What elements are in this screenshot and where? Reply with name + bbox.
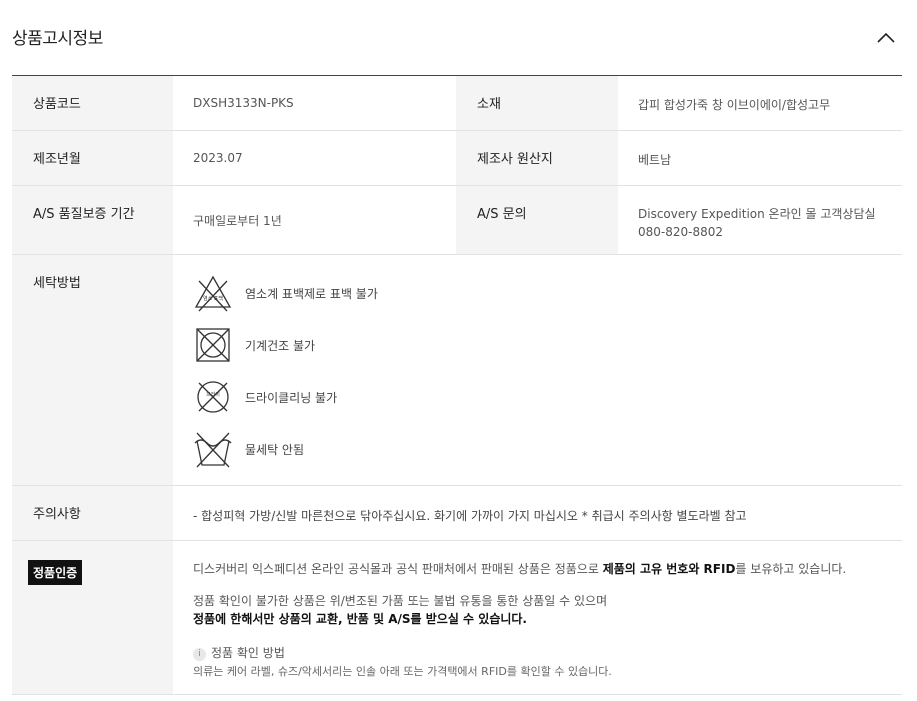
origin-label: 제조사 원산지 — [456, 131, 618, 185]
genuine-statement-pre: 디스커버리 익스페디션 온라인 공식몰과 공식 판매처에서 판매된 상품은 정품… — [193, 562, 603, 576]
genuine-statement-post: 를 보유하고 있습니다. — [735, 562, 847, 576]
no-bleach-icon-text: 염소 표백 — [203, 295, 223, 302]
genuine-statement: 디스커버리 익스페디션 온라인 공식몰과 공식 판매처에서 판매된 상품은 정품… — [193, 560, 846, 577]
genuine-warning: 정품 확인이 불가한 상품은 위/변조된 가품 또는 불법 유통을 통한 상품일… — [193, 594, 608, 608]
origin-value: 베트남 — [638, 153, 672, 167]
table-row: A/S 품질보증 기간 구매일로부터 1년 A/S 문의 Discovery E… — [12, 186, 902, 255]
no-bleach-icon: 염소 표백 — [194, 275, 232, 312]
genuine-label-cell: 정품인증 — [12, 541, 173, 694]
wash-item: 기계건조 불가 — [193, 325, 593, 365]
caution-text: - 합성피혁 가방/신발 마른천으로 닦아주십시요. 화기에 가까이 가지 마십… — [193, 509, 747, 523]
as-inquiry-label: A/S 문의 — [456, 186, 618, 254]
wash-item-label: 염소계 표백제로 표백 불가 — [245, 287, 378, 301]
table-row: 주의사항 - 합성피혁 가방/신발 마른천으로 닦아주십시요. 화기에 가까이 … — [12, 486, 902, 541]
verify-method-title-text: 정품 확인 방법 — [211, 646, 285, 660]
product-code-label: 상품코드 — [12, 76, 173, 130]
verify-method-title: i 정품 확인 방법 — [193, 644, 285, 661]
washing-label: 세탁방법 — [12, 255, 173, 485]
section-header: 상품고시정보 — [12, 0, 902, 76]
caution-label: 주의사항 — [12, 486, 173, 540]
material-value: 갑피 합성가죽 창 이브이에이/합성고무 — [638, 98, 831, 112]
wash-item: 염소 표백 염소계 표백제로 표백 불가 — [193, 273, 593, 313]
wash-item-label: 드라이클리닝 불가 — [245, 391, 338, 405]
material-label: 소재 — [456, 76, 618, 130]
info-icon: i — [193, 648, 206, 661]
table-row: 세탁방법 염소 표백 염소계 표백제로 표백 불가 기계건조 불가 드라이 드라… — [12, 255, 902, 486]
manufacture-date-value: 2023.07 — [193, 151, 243, 165]
wash-item: 물세탁 안됨 — [193, 429, 593, 469]
genuine-statement-bold: 제품의 고유 번호와 RFID — [602, 562, 736, 576]
no-dry-clean-icon: 드라이 — [197, 381, 229, 413]
as-inquiry-name: Discovery Expedition 온라인 몰 고객상담실 — [638, 207, 876, 221]
product-code-value: DXSH3133N-PKS — [193, 96, 294, 110]
table-row: 정품인증 디스커버리 익스페디션 온라인 공식몰과 공식 판매처에서 판매된 상… — [12, 541, 902, 695]
as-inquiry-phone: 080-820-8802 — [638, 225, 724, 239]
table-row: 제조년월 2023.07 제조사 원산지 베트남 — [12, 131, 902, 186]
no-wash-icon — [194, 432, 232, 468]
chevron-up-icon[interactable] — [876, 30, 896, 46]
wash-item-label: 물세탁 안됨 — [245, 443, 305, 457]
no-dry-clean-icon-text: 드라이 — [206, 391, 220, 398]
warranty-label: A/S 품질보증 기간 — [12, 186, 173, 254]
no-tumble-dry-icon — [196, 328, 230, 362]
genuine-badge: 정품인증 — [28, 560, 83, 585]
warranty-value: 구매일로부터 1년 — [193, 214, 282, 228]
table-row: 상품코드 DXSH3133N-PKS 소재 갑피 합성가죽 창 이브이에이/합성… — [12, 76, 902, 131]
verify-method-text: 의류는 케어 라벨, 슈즈/악세서리는 인솔 아래 또는 가격택에서 RFID를… — [193, 665, 612, 678]
manufacture-date-label: 제조년월 — [12, 131, 173, 185]
genuine-warning-bold: 정품에 한해서만 상품의 교환, 반품 및 A/S를 받으실 수 있습니다. — [193, 610, 527, 627]
wash-item-label: 기계건조 불가 — [245, 339, 316, 353]
as-inquiry-value: Discovery Expedition 온라인 몰 고객상담실 080-820… — [638, 205, 876, 254]
section-title: 상품고시정보 — [12, 29, 103, 49]
wash-item: 드라이 드라이클리닝 불가 — [193, 377, 593, 417]
genuine-warning-bold-text: 정품에 한해서만 상품의 교환, 반품 및 A/S를 받으실 수 있습니다. — [193, 612, 527, 626]
product-info-table: 상품코드 DXSH3133N-PKS 소재 갑피 합성가죽 창 이브이에이/합성… — [12, 76, 902, 695]
